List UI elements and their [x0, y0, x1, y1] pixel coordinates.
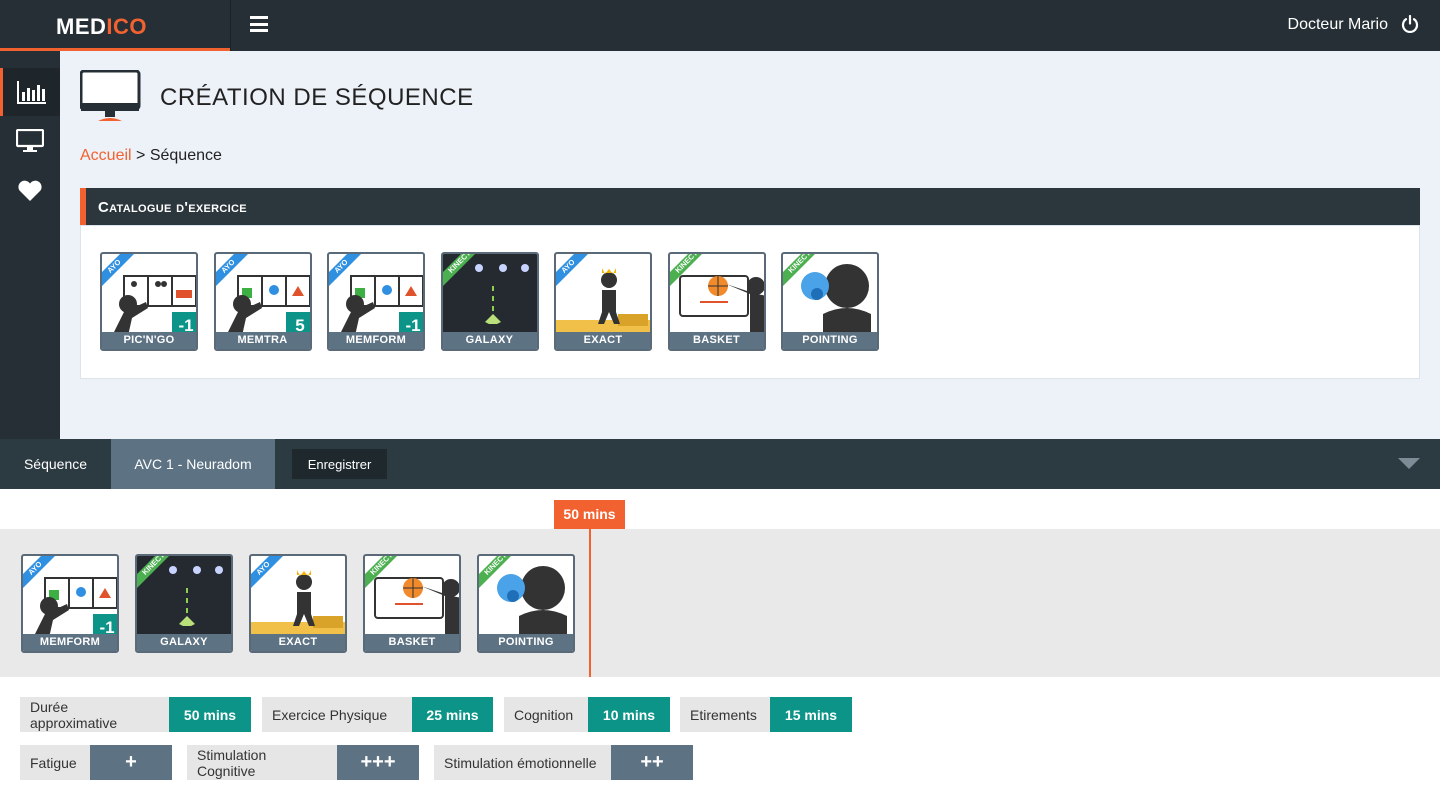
breadcrumb-current: Séquence: [149, 147, 222, 164]
stat-duration: Durée approximative 50 mins: [20, 697, 251, 732]
exercise-label: EXACT: [251, 634, 345, 651]
stat-fatigue-label: Fatigue: [20, 745, 90, 780]
exercise-label: BASKET: [365, 634, 459, 651]
exercise-illustration: 5AYO: [215, 254, 310, 336]
exercise-label: GALAXY: [137, 634, 231, 651]
stat-stretch-label: Etirements: [680, 697, 770, 732]
breadcrumb-separator: >: [136, 147, 146, 164]
exercise-label: EXACT: [556, 332, 650, 349]
sidebar-item-stats[interactable]: [0, 68, 60, 116]
menu-icon[interactable]: [250, 16, 268, 32]
breadcrumb-home[interactable]: Accueil: [80, 147, 132, 164]
app-logo[interactable]: MEDICO: [56, 14, 147, 40]
user-name[interactable]: Docteur Mario: [1288, 16, 1388, 34]
stat-cognition: Cognition 10 mins: [504, 697, 670, 732]
exercise-label: BASKET: [669, 332, 764, 349]
svg-text:KINECT: KINECT: [786, 254, 812, 275]
catalogue-exercise-card[interactable]: AYO EXACT: [554, 252, 652, 351]
exercise-label: PIC'N'GO: [102, 332, 196, 349]
stat-duration-value: 50 mins: [169, 697, 251, 732]
exercise-label: GALAXY: [442, 332, 537, 349]
sequence-exercise-card[interactable]: KINECT GALAXY: [135, 554, 233, 653]
exercise-label: MEMTRA: [215, 332, 310, 349]
stat-cognition-value: 10 mins: [588, 697, 670, 732]
exercise-illustration: AYO: [251, 556, 345, 638]
catalogue-exercise-card[interactable]: KINECT POINTING: [781, 252, 879, 351]
top-bar: MEDICO Docteur Mario: [0, 0, 1440, 51]
stat-cognition-label: Cognition: [504, 697, 588, 732]
exercise-label: POINTING: [783, 332, 877, 349]
stat-cognitive-stimulation: Stimulation Cognitive +++: [187, 745, 419, 780]
exercise-illustration: KINECT: [669, 254, 764, 332]
time-marker-line: [589, 529, 591, 677]
exercise-label: MEMFORM: [23, 634, 117, 651]
stat-physical-value: 25 mins: [412, 697, 493, 732]
exercise-illustration: -1AYO: [23, 556, 117, 638]
time-marker[interactable]: 50 mins: [554, 500, 625, 529]
catalogue-header: Catalogue d'exercice: [80, 188, 1420, 225]
stat-fatigue: Fatigue +: [20, 745, 172, 780]
sequence-label: Séquence: [23, 456, 88, 472]
exercise-label: MEMFORM: [329, 332, 423, 349]
bar-chart-icon: [16, 81, 46, 104]
sequence-exercise-card[interactable]: KINECT POINTING: [477, 554, 575, 653]
stat-emotional-stimulation-label: Stimulation émotionnelle: [434, 745, 611, 780]
stat-cognitive-stimulation-value: +++: [337, 745, 419, 780]
collapse-arrow-icon[interactable]: [1398, 458, 1420, 469]
svg-text:KINECT: KINECT: [368, 556, 394, 577]
catalogue-exercise-card[interactable]: 5 AYO MEMTRA: [213, 252, 312, 351]
stat-stretch: Etirements 15 mins: [680, 697, 852, 732]
stat-cognitive-stimulation-label: Stimulation Cognitive: [187, 745, 337, 780]
exercise-illustration: AYO: [556, 254, 650, 336]
svg-text:KINECT: KINECT: [673, 254, 699, 275]
exercise-illustration: -1AYO: [329, 254, 423, 336]
exercise-illustration: KINECT: [442, 254, 537, 336]
logo-text-b: ICO: [106, 14, 148, 39]
sequence-exercise-card[interactable]: KINECT BASKET: [363, 554, 461, 653]
svg-text:KINECT: KINECT: [482, 556, 508, 577]
divider: [230, 0, 231, 51]
heart-icon: [18, 180, 42, 201]
breadcrumb: Accueil > Séquence: [80, 147, 222, 165]
sequence-exercise-card[interactable]: -1 AYO MEMFORM: [21, 554, 119, 653]
catalogue-exercise-card[interactable]: -1 AYO PIC'N'GO: [100, 252, 198, 351]
save-button[interactable]: Enregistrer: [292, 449, 387, 479]
stat-duration-label: Durée approximative: [20, 697, 169, 732]
power-icon[interactable]: [1400, 14, 1420, 34]
catalogue-exercise-card[interactable]: KINECT BASKET: [667, 252, 766, 351]
sidebar-item-favorites[interactable]: [0, 167, 60, 215]
exercise-illustration: KINECT: [137, 556, 231, 638]
stat-physical: Exercice Physique 25 mins: [262, 697, 493, 732]
catalogue-title: Catalogue d'exercice: [98, 199, 247, 216]
exercise-illustration: KINECT: [365, 556, 459, 634]
sequence-exercise-card[interactable]: AYO EXACT: [249, 554, 347, 653]
catalogue-exercise-card[interactable]: -1 AYO MEMFORM: [327, 252, 425, 351]
stat-fatigue-value: +: [90, 745, 172, 780]
exercise-illustration: KINECT: [783, 254, 871, 334]
exercise-illustration: -1AYO: [102, 254, 196, 336]
exercise-illustration: KINECT: [479, 556, 567, 636]
sidebar-item-screen[interactable]: [0, 117, 60, 165]
sequence-name-tab[interactable]: AVC 1 - Neuradom: [111, 439, 275, 489]
stat-physical-label: Exercice Physique: [262, 697, 412, 732]
catalogue-exercise-card[interactable]: KINECT GALAXY: [440, 252, 539, 351]
monitor-icon: [16, 129, 44, 152]
stat-stretch-value: 15 mins: [770, 697, 852, 732]
sidebar: [0, 51, 60, 439]
page-monitor-icon: [80, 70, 141, 121]
stat-emotional-stimulation: Stimulation émotionnelle ++: [434, 745, 693, 780]
sequence-bar: Séquence AVC 1 - Neuradom Enregistrer: [0, 439, 1440, 489]
logo-text-a: MED: [56, 14, 107, 39]
stat-emotional-stimulation-value: ++: [611, 745, 693, 780]
exercise-label: POINTING: [479, 634, 573, 651]
page-title: CRÉATION DE SÉQUENCE: [160, 84, 474, 111]
